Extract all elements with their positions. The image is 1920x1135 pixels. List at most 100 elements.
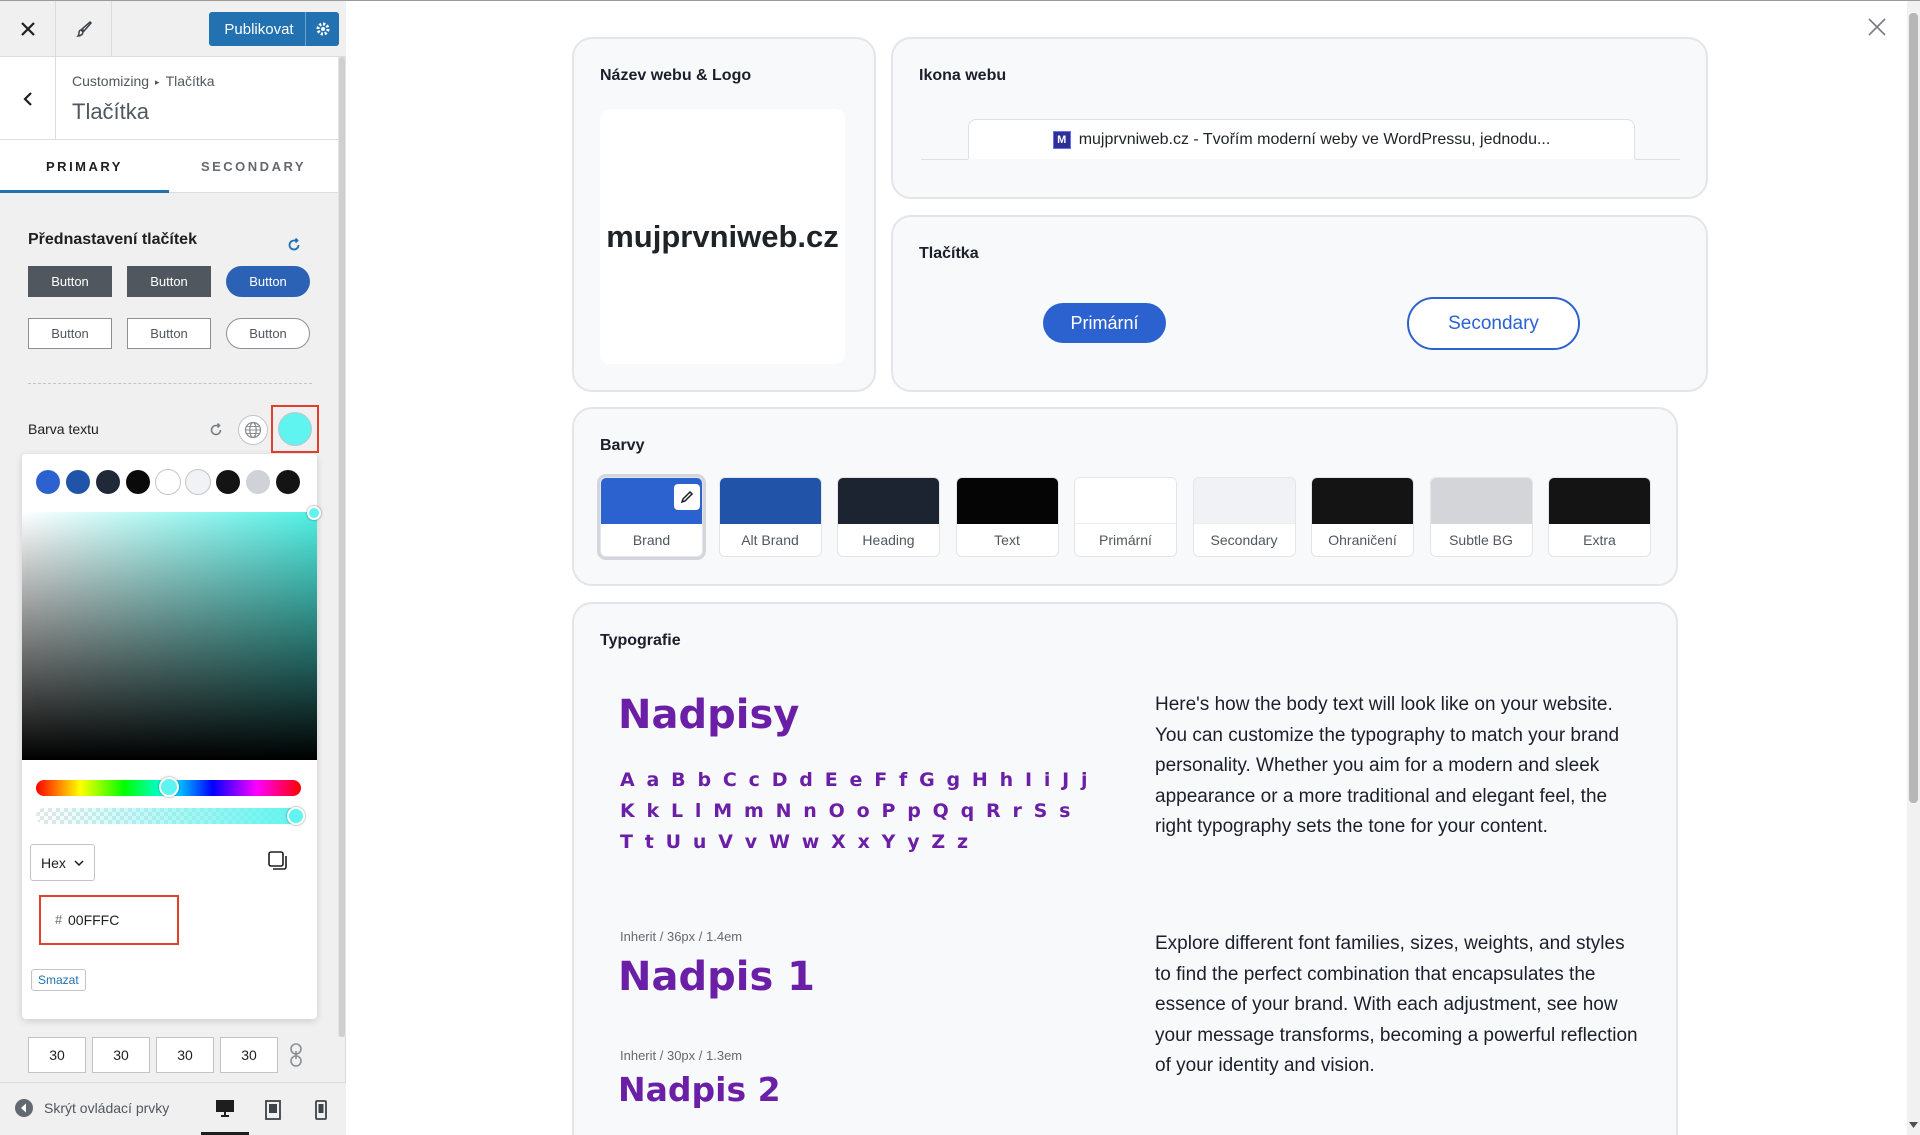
color-swatch-primární[interactable]: Primární <box>1074 477 1177 557</box>
typography-card: Typografie Nadpisy A a B b C c D d E e F… <box>572 602 1678 1135</box>
color-format-select[interactable]: Hex <box>30 844 95 881</box>
preset-button-6[interactable]: Button <box>226 318 310 349</box>
secondary-button-preview[interactable]: Secondary <box>1407 297 1580 350</box>
alpha-slider[interactable] <box>36 808 301 824</box>
paintbrush-button[interactable] <box>56 1 112 57</box>
color-swatch-text[interactable]: Text <box>955 477 1059 557</box>
close-customizer-button[interactable] <box>0 1 56 57</box>
text-color-reset-button[interactable] <box>206 420 226 440</box>
preset-color-8[interactable] <box>246 470 270 494</box>
publish-label: Publikovat <box>224 20 294 38</box>
preview-scrollbar[interactable] <box>1907 1 1920 1135</box>
colors-card-title: Barvy <box>600 437 645 454</box>
preset-color-4[interactable] <box>126 470 150 494</box>
preset-button-4[interactable]: Button <box>28 318 112 349</box>
color-format-value: Hex <box>41 854 66 871</box>
breadcrumb-root: Customizing <box>72 73 150 89</box>
copy-color-button[interactable] <box>267 850 289 877</box>
sidebar-scrollbar-thumb[interactable] <box>339 57 345 1037</box>
color-chip <box>1549 478 1650 524</box>
color-label: Extra <box>1583 532 1616 548</box>
color-swatch-extra[interactable]: Extra <box>1548 477 1651 557</box>
padding-input-bottom[interactable]: 30 <box>156 1037 214 1073</box>
site-icon-card: Ikona webu M mujprvniweb.cz - Tvořím mod… <box>891 37 1708 199</box>
publish-settings-button[interactable] <box>305 12 339 46</box>
color-label: Brand <box>632 532 671 548</box>
color-swatch-alt-brand[interactable]: Alt Brand <box>718 477 822 557</box>
alpha-handle[interactable] <box>287 807 305 825</box>
chevron-left-icon <box>22 91 32 106</box>
padding-input-top[interactable]: 30 <box>28 1037 86 1073</box>
edit-color-button[interactable] <box>674 484 700 510</box>
color-picker-popover: Hex # 00FFFC Smazat <box>22 454 321 1019</box>
close-preview-button[interactable] <box>1867 17 1887 42</box>
link-values-button[interactable] <box>284 1041 308 1069</box>
browser-tab-title: mujprvniweb.cz - Tvořím moderní weby ve … <box>1078 130 1551 148</box>
color-label: Ohraničení <box>1328 532 1397 548</box>
color-label: Subtle BG <box>1449 532 1513 548</box>
padding-input-left[interactable]: 30 <box>220 1037 278 1073</box>
body-text-sample-1: Here's how the body text will look like … <box>1155 694 1620 837</box>
mobile-icon <box>315 1099 327 1120</box>
tab-secondary[interactable]: SECONDARY <box>169 140 338 193</box>
color-swatch-brand[interactable]: Brand <box>600 477 703 557</box>
tab-primary[interactable]: PRIMARY <box>0 140 169 193</box>
preset-color-6[interactable] <box>186 470 210 494</box>
reset-icon <box>288 238 300 251</box>
preset-color-1[interactable] <box>36 470 60 494</box>
preset-color-2[interactable] <box>66 470 90 494</box>
hide-controls-button[interactable]: Skrýt ovládací prvky <box>14 1098 169 1118</box>
preset-button-1[interactable]: Button <box>28 266 112 297</box>
preset-button-5[interactable]: Button <box>127 318 211 349</box>
preset-color-9[interactable] <box>276 470 300 494</box>
publish-button[interactable]: Publikovat <box>209 12 339 46</box>
hex-input[interactable]: # 00FFFC <box>39 895 179 945</box>
text-color-swatch-button[interactable] <box>271 405 319 453</box>
color-swatch-heading[interactable]: Heading <box>837 477 940 557</box>
saturation-handle[interactable] <box>307 506 321 520</box>
scroll-down-icon[interactable] <box>1909 1121 1918 1129</box>
favicon: M <box>1052 130 1071 149</box>
sidebar-scrollbar[interactable] <box>338 57 346 1037</box>
preset-color-5[interactable] <box>156 470 180 494</box>
color-swatch-subtle-bg[interactable]: Subtle BG <box>1429 477 1533 557</box>
logo-box[interactable]: mujprvniweb.cz <box>600 109 845 364</box>
presets-reset-button[interactable] <box>284 235 304 255</box>
device-desktop-button[interactable] <box>201 1083 249 1135</box>
color-label: Primární <box>1099 532 1152 548</box>
customizer-topbar: Publikovat <box>0 1 346 57</box>
tab-bar-line-right <box>1635 159 1680 160</box>
tab-bar-line-left <box>921 159 968 160</box>
pencil-icon <box>680 490 694 504</box>
alphabet-line-2: K k L l M m N n O o P p Q q R r S s <box>620 800 1074 822</box>
saturation-value-area[interactable] <box>22 512 317 760</box>
clear-color-button[interactable]: Smazat <box>31 969 86 991</box>
device-mobile-button[interactable] <box>297 1083 345 1135</box>
preview-scrollbar-thumb[interactable] <box>1909 13 1918 803</box>
color-chip <box>956 478 1058 524</box>
color-label: Heading <box>862 532 915 548</box>
browser-tab-preview[interactable]: M mujprvniweb.cz - Tvořím moderní weby v… <box>968 119 1635 159</box>
global-colors-button[interactable] <box>238 415 268 445</box>
desktop-icon <box>216 1099 234 1117</box>
preset-button-2[interactable]: Button <box>127 266 211 297</box>
primary-button-preview[interactable]: Primární <box>1043 303 1166 343</box>
color-label: Alt Brand <box>741 532 799 548</box>
hue-handle[interactable] <box>159 777 179 797</box>
color-chip <box>838 478 939 524</box>
preset-button-3[interactable]: Button <box>226 266 310 297</box>
chevron-down-icon <box>74 859 84 866</box>
copy-icon <box>268 851 287 870</box>
preset-color-7[interactable] <box>216 470 240 494</box>
customizer-footer: Skrýt ovládací prvky <box>0 1082 346 1135</box>
device-tablet-button[interactable] <box>249 1083 297 1135</box>
color-label: Secondary <box>1210 532 1278 548</box>
breadcrumb: Customizing ▸ Tlačítka <box>72 73 215 89</box>
current-color-swatch <box>279 413 311 445</box>
color-swatch-ohraničení[interactable]: Ohraničení <box>1311 477 1414 557</box>
color-swatch-secondary[interactable]: Secondary <box>1192 477 1296 557</box>
padding-input-right[interactable]: 30 <box>92 1037 150 1073</box>
site-logo-card: Název webu & Logo mujprvniweb.cz <box>572 37 876 392</box>
back-button[interactable] <box>0 57 56 140</box>
preset-color-3[interactable] <box>96 470 120 494</box>
